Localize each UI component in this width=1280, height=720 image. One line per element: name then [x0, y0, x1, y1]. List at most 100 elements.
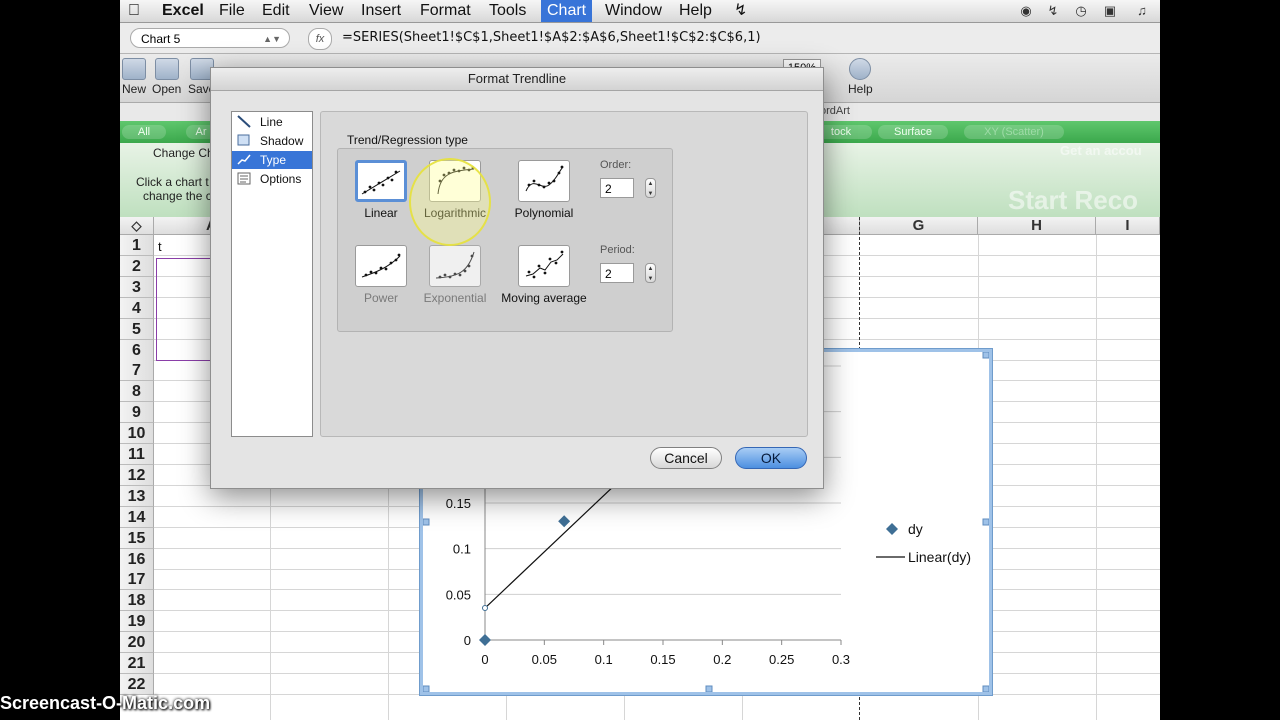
chevron-updown-icon[interactable]: ▲▼ — [263, 29, 281, 49]
open-button[interactable]: Open — [152, 58, 181, 96]
row-header-2[interactable]: 2 — [120, 255, 154, 277]
tab-all[interactable]: All — [122, 125, 166, 139]
nav-label-shadow: Shadow — [260, 134, 304, 148]
cursor-highlight — [409, 158, 491, 246]
open-folder-icon — [154, 58, 179, 80]
linear-trend-icon — [355, 160, 407, 202]
new-button[interactable]: New — [122, 58, 146, 96]
row-header-10[interactable]: 10 — [120, 423, 154, 445]
row-header-16[interactable]: 16 — [120, 548, 154, 570]
row-header-11[interactable]: 11 — [120, 444, 154, 465]
menu-window[interactable]: Window — [605, 0, 662, 22]
name-box[interactable]: Chart 5 ▲▼ — [130, 28, 290, 48]
menu-view[interactable]: View — [309, 0, 343, 22]
row-header-17[interactable]: 17 — [120, 569, 154, 591]
help-button[interactable]: Help — [848, 58, 873, 96]
row-header-3[interactable]: 3 — [120, 276, 154, 298]
column-header-h[interactable]: H — [978, 217, 1096, 235]
column-header-g[interactable]: G — [860, 217, 978, 235]
dialog-nav-list: Line Shadow Type Options — [231, 111, 313, 437]
trend-type-icon — [237, 154, 251, 165]
row-header-14[interactable]: 14 — [120, 506, 154, 528]
y-tick-label: 0.15 — [446, 496, 471, 511]
menu-insert[interactable]: Insert — [361, 0, 401, 22]
resize-handle — [423, 685, 430, 692]
resize-handle — [423, 518, 430, 526]
display-icon[interactable]: ▣ — [1102, 3, 1118, 19]
x-tick-label: 0 — [481, 652, 488, 667]
fx-button[interactable]: fx — [308, 28, 332, 50]
options-icon — [237, 172, 251, 185]
menu-excel[interactable]: Excel — [162, 0, 204, 22]
data-point — [479, 634, 491, 646]
period-stepper[interactable]: ▲ ▼ — [645, 263, 656, 283]
legend-marker-dy — [886, 523, 898, 535]
column-divider — [1096, 235, 1097, 720]
menu-help[interactable]: Help — [679, 0, 712, 22]
tab-xy-scatter[interactable]: XY (Scatter) — [964, 125, 1064, 139]
nav-item-type[interactable]: Type — [232, 151, 312, 169]
y-tick-label: 0.1 — [453, 542, 471, 557]
volume-icon[interactable]: ♫ — [1134, 3, 1150, 19]
row-header-5[interactable]: 5 — [120, 318, 154, 340]
polynomial-trend-icon — [518, 160, 570, 202]
row-header-9[interactable]: 9 — [120, 402, 154, 424]
row-header-12[interactable]: 12 — [120, 464, 154, 486]
menu-format[interactable]: Format — [420, 0, 471, 22]
column-header-i[interactable]: I — [1096, 217, 1160, 235]
menu-tools[interactable]: Tools — [489, 0, 526, 22]
row-header-20[interactable]: 20 — [120, 632, 154, 654]
format-trendline-dialog: Format Trendline Line Shadow Type Option… — [210, 67, 824, 489]
name-box-value: Chart 5 — [141, 32, 181, 46]
type-panel: Trend/Regression type Linear Logarithmic… — [320, 111, 808, 437]
type-exponential-option[interactable]: Exponential — [410, 245, 500, 305]
period-input[interactable]: 2 — [600, 263, 634, 283]
row-header-19[interactable]: 19 — [120, 611, 154, 633]
x-tick-label: 0.15 — [650, 652, 675, 667]
row-header-13[interactable]: 13 — [120, 485, 154, 507]
tab-surface[interactable]: Surface — [878, 125, 948, 139]
formula-input[interactable]: =SERIES(Sheet1!$C$1,Sheet1!$A$2:$A$6,She… — [342, 28, 761, 48]
order-label: Order: — [600, 159, 632, 171]
row-header-6[interactable]: 6 — [120, 339, 154, 361]
nav-label-options: Options — [260, 172, 302, 186]
row-header-1[interactable]: 1 — [120, 235, 154, 256]
type-polynomial-label: Polynomial — [514, 206, 574, 220]
cell-a1-value[interactable]: t — [158, 239, 162, 254]
row-header-8[interactable]: 8 — [120, 381, 154, 403]
new-document-icon — [122, 58, 146, 80]
script-menu-icon[interactable]: ↯ — [734, 0, 747, 22]
order-stepper[interactable]: ▲ ▼ — [645, 178, 656, 198]
menu-file[interactable]: File — [219, 0, 245, 22]
row-header-21[interactable]: 21 — [120, 653, 154, 674]
row-header-22[interactable]: 22 — [120, 673, 154, 695]
nav-item-options[interactable]: Options — [232, 170, 312, 188]
dialog-title: Format Trendline — [211, 68, 823, 91]
row-header-7[interactable]: 7 — [120, 360, 154, 382]
time-machine-icon[interactable]: ◷ — [1073, 3, 1089, 19]
row-header-15[interactable]: 15 — [120, 527, 154, 549]
resize-handle — [982, 352, 989, 359]
nav-item-shadow[interactable]: Shadow — [232, 132, 312, 150]
select-all-corner[interactable]: ◇ — [120, 217, 154, 235]
cancel-button[interactable]: Cancel — [650, 447, 722, 469]
ok-button[interactable]: OK — [735, 447, 807, 469]
x-tick-label: 0.3 — [832, 652, 850, 667]
apple-icon[interactable]:  — [128, 0, 140, 22]
gallery-tab-wordart[interactable]: ordArt — [820, 105, 850, 117]
type-polynomial-option[interactable]: Polynomial — [499, 160, 589, 220]
row-header-18[interactable]: 18 — [120, 590, 154, 612]
help-label: Help — [848, 82, 873, 96]
order-input[interactable]: 2 — [600, 178, 634, 198]
menu-bar:  Excel File Edit View Insert Format Too… — [120, 0, 1160, 23]
type-moving-average-option[interactable]: Moving average — [499, 245, 589, 305]
nav-item-line[interactable]: Line — [232, 113, 312, 131]
row-header-4[interactable]: 4 — [120, 297, 154, 319]
menu-chart[interactable]: Chart — [541, 0, 593, 22]
bluetooth-icon[interactable]: ↯ — [1045, 3, 1061, 19]
y-tick-label: 0.05 — [446, 587, 471, 602]
resize-handle — [705, 685, 713, 692]
sync-icon[interactable]: ◉ — [1018, 3, 1034, 19]
menu-edit[interactable]: Edit — [262, 0, 290, 22]
nav-label-type: Type — [260, 153, 287, 167]
